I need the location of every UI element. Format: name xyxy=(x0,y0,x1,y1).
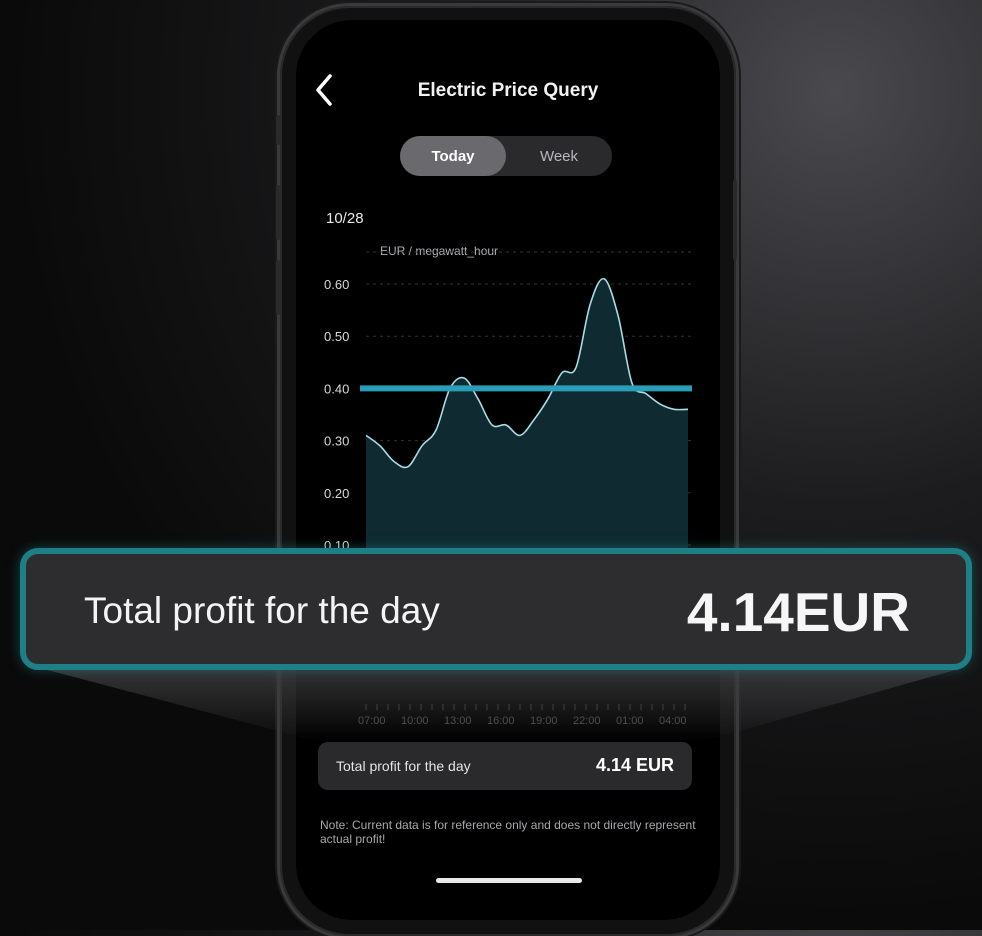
x-tick-label: 16:00 xyxy=(487,715,515,727)
profit-label: Total profit for the day xyxy=(336,758,471,774)
y-tick-label: 0.40 xyxy=(324,381,349,396)
y-tick-label: 0.30 xyxy=(324,434,349,449)
y-tick-label: 0.60 xyxy=(324,277,349,292)
x-tick-label: 01:00 xyxy=(616,715,644,727)
y-tick-label: 0 xyxy=(324,593,330,605)
x-tick-label: 10:00 xyxy=(401,715,429,727)
x-tick-label: 07:00 xyxy=(358,715,386,727)
volume-down-button xyxy=(276,260,280,315)
y-tick-label: 0.20 xyxy=(324,486,349,501)
mute-switch xyxy=(276,115,280,145)
volume-up-button xyxy=(276,185,280,240)
profit-card: Total profit for the day 4.14 EUR xyxy=(318,742,692,790)
price-chart: 0.60 0.50 0.40 0.30 0.20 0.10 0 07:00 10:00 13:0… xyxy=(324,251,694,727)
phone-screen: Electric Price Query Today Week 10/28 EU… xyxy=(296,20,720,920)
x-tick-label: 04:00 xyxy=(659,715,687,727)
x-tick-label: 19:00 xyxy=(530,715,558,727)
disclaimer-note: Note: Current data is for reference only… xyxy=(320,818,696,846)
x-tick-label: 22:00 xyxy=(573,715,601,727)
power-button xyxy=(733,180,737,260)
y-tick-label: 0.10 xyxy=(324,538,349,553)
profit-value: 4.14 EUR xyxy=(595,755,674,775)
price-area xyxy=(366,278,688,598)
home-indicator[interactable] xyxy=(436,878,582,883)
x-tick-label: 13:00 xyxy=(444,715,472,727)
y-tick-label: 0.50 xyxy=(324,329,349,344)
